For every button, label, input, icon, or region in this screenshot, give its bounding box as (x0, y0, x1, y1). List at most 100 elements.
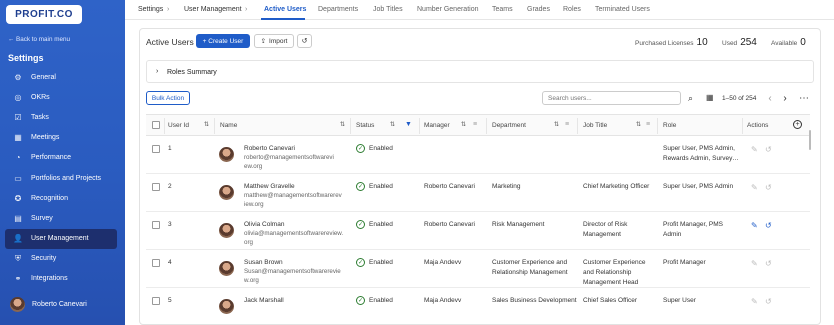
sidebar-item-okrs[interactable]: ◎ OKRs (5, 87, 117, 107)
sidebar-item-label: Survey (31, 214, 53, 222)
user-name-cell: Matthew Gravelle matthew@managementsoftw… (244, 182, 342, 210)
sort-icon[interactable]: ⇅ (554, 121, 559, 128)
status-badge: ✓ Enabled (356, 258, 393, 268)
tab-teams[interactable]: Teams (492, 6, 513, 13)
avatar (219, 299, 234, 314)
table-row[interactable]: 4 Susan Brown Susan@managementsoftwarere… (146, 250, 810, 288)
tab-job-titles[interactable]: Job Titles (373, 6, 403, 13)
edit-icon[interactable]: ✎ (751, 183, 758, 192)
breadcrumb-user-management[interactable]: User Management (184, 6, 242, 13)
add-column-icon[interactable]: + (793, 120, 802, 129)
more-options-icon[interactable]: ⋯ (797, 91, 811, 105)
table-row[interactable]: 3 Olivia Colman olivia@managementsoftwar… (146, 212, 810, 250)
user-name[interactable]: Roberto Canevari (244, 144, 334, 154)
user-name[interactable]: Olivia Colman (244, 220, 343, 230)
sidebar-item-label: Performance (31, 154, 72, 162)
filter-icon[interactable]: ≡ (646, 121, 650, 128)
edit-icon[interactable]: ✎ (751, 297, 758, 306)
tab-departments[interactable]: Departments (318, 6, 358, 13)
column-job-title[interactable]: Job Title (583, 122, 607, 129)
tab-roles[interactable]: Roles (563, 6, 581, 13)
sidebar-item-tasks[interactable]: ☑ Tasks (5, 107, 117, 127)
chart-icon: ◔ (15, 153, 21, 163)
history-button[interactable]: ↺ (297, 34, 312, 48)
edit-icon[interactable]: ✎ (751, 259, 758, 268)
tab-grades[interactable]: Grades (527, 6, 550, 13)
tab-active-users[interactable]: Active Users (264, 6, 306, 13)
sidebar-item-performance[interactable]: ◔ Performance (5, 148, 117, 168)
table-row[interactable]: 1 Roberto Canevari roberto@managementsof… (146, 136, 810, 174)
edit-icon[interactable]: ✎ (751, 221, 758, 230)
tab-number-generation[interactable]: Number Generation (417, 6, 478, 13)
history-icon[interactable]: ↺ (765, 297, 772, 306)
job-title: Customer Experience and Relationship Man… (583, 258, 646, 288)
tab-terminated-users[interactable]: Terminated Users (595, 6, 650, 13)
breadcrumb-settings[interactable]: Settings (138, 6, 163, 13)
back-to-main-menu-link[interactable]: ← Back to main menu (8, 36, 70, 43)
sort-icon[interactable]: ⇅ (340, 121, 345, 128)
logo: PROFIT.CO (6, 5, 82, 24)
used-label: Used (722, 40, 738, 47)
user-name[interactable]: Matthew Gravelle (244, 182, 342, 192)
column-user-id[interactable]: User Id (168, 122, 189, 129)
filter-icon[interactable]: ▼ (405, 121, 412, 128)
table-row[interactable]: 2 Matthew Gravelle matthew@managementsof… (146, 174, 810, 212)
top-tab-bar: Settings › User Management › Active User… (125, 0, 834, 20)
department-line: Customer Experience and (492, 259, 568, 266)
user-name[interactable]: Jack Marshall (244, 296, 284, 306)
history-icon[interactable]: ↺ (765, 183, 772, 192)
sidebar-item-user-management[interactable]: 👤 User Management (5, 228, 117, 249)
row-checkbox[interactable] (152, 297, 160, 305)
search-input[interactable] (543, 92, 663, 104)
column-name[interactable]: Name (220, 122, 237, 129)
edit-icon[interactable]: ✎ (751, 145, 758, 154)
sidebar-item-general[interactable]: ⚙ General (5, 67, 117, 87)
sort-icon[interactable]: ⇅ (636, 121, 641, 128)
bulk-action-button[interactable]: Bulk Action (146, 91, 190, 105)
row-checkbox[interactable] (152, 145, 160, 153)
user-name[interactable]: Susan Brown (244, 258, 341, 268)
department: Risk Management (492, 221, 545, 228)
status-badge: ✓ Enabled (356, 296, 393, 306)
create-user-button[interactable]: + Create User (196, 34, 250, 48)
sort-icon[interactable]: ⇅ (204, 121, 209, 128)
sidebar: PROFIT.CO ← Back to main menu Settings ⚙… (0, 0, 125, 325)
column-divider (486, 118, 487, 134)
table-row[interactable]: 5 Jack Marshall ✓ Enabled Maja Andevv Sal… (146, 288, 810, 318)
user-name-cell: Susan Brown Susan@managementsoftwarerevi… (244, 258, 341, 286)
status-text: Enabled (369, 145, 393, 152)
sidebar-item-meetings[interactable]: ▦ Meetings (5, 128, 117, 148)
column-divider (419, 118, 420, 134)
user-id: 3 (168, 221, 172, 228)
next-page-button[interactable]: › (779, 91, 791, 105)
sidebar-item-integrations[interactable]: ⚭ Integrations (5, 269, 117, 289)
page-size-icon[interactable]: ▦ (706, 93, 714, 102)
search-icon[interactable]: ⌕ (683, 91, 698, 105)
column-status[interactable]: Status (356, 122, 374, 129)
sort-icon[interactable]: ⇅ (461, 121, 466, 128)
row-checkbox[interactable] (152, 183, 160, 191)
column-role[interactable]: Role (663, 122, 676, 129)
row-checkbox[interactable] (152, 259, 160, 267)
target-icon: ◎ (14, 92, 22, 102)
sort-icon[interactable]: ⇅ (390, 121, 395, 128)
sidebar-item-security[interactable]: ⛨ Security (5, 249, 117, 269)
column-manager[interactable]: Manager (424, 122, 450, 129)
history-icon[interactable]: ↺ (765, 145, 772, 154)
previous-page-button[interactable]: ‹ (764, 91, 776, 105)
row-checkbox[interactable] (152, 221, 160, 229)
table-scrollbar[interactable] (809, 130, 811, 150)
sidebar-item-recognition[interactable]: ✪ Recognition (5, 188, 117, 208)
history-icon[interactable]: ↺ (765, 259, 772, 268)
history-icon[interactable]: ↺ (765, 221, 772, 230)
roles-summary-toggle[interactable]: › Roles Summary (146, 60, 814, 83)
filter-icon[interactable]: ≡ (473, 121, 477, 128)
column-department[interactable]: Department (492, 122, 526, 129)
filter-icon[interactable]: ≡ (565, 121, 569, 128)
user-name-cell: Jack Marshall (244, 296, 284, 306)
import-button[interactable]: ⇪ Import (254, 34, 294, 48)
current-user[interactable]: Roberto Canevari (10, 297, 87, 312)
sidebar-item-survey[interactable]: ▤ Survey (5, 208, 117, 228)
sidebar-item-portfolios[interactable]: ▭ Portfolios and Projects (5, 168, 117, 188)
select-all-checkbox[interactable] (152, 121, 160, 129)
